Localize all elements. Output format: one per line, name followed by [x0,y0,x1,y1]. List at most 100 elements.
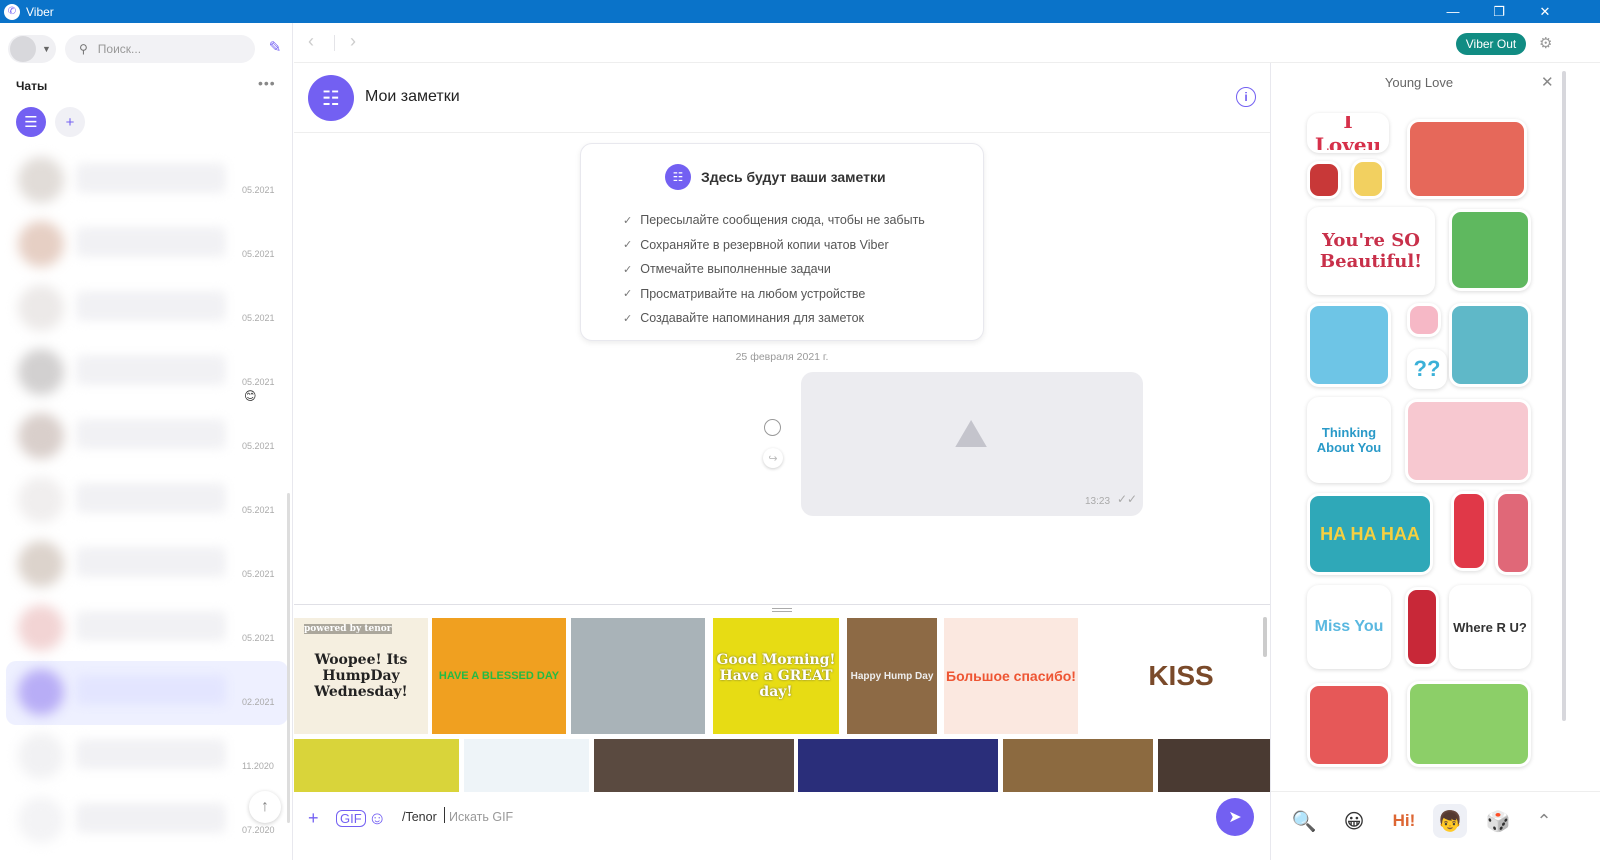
sticker[interactable]: Thinking About You [1307,397,1391,483]
compose-icon[interactable]: ✎ [265,38,285,58]
chat-preview [76,419,226,449]
gif-tile[interactable]: HAVE A BLESSED DAY [432,618,566,734]
sticker-tabs: 🔍 😀 Hi! 👦 🎲 ⌃ [1271,791,1600,855]
gif-caption: Большое спасибо! [946,668,1076,684]
sticker[interactable] [1351,159,1385,199]
sticker[interactable] [1449,209,1531,291]
sticker-icon[interactable]: ☺ [368,808,386,829]
list-item[interactable]: 05.2021 [6,469,288,533]
sticker[interactable]: HA HA HAA [1307,493,1433,575]
gif-caption: KISS [1148,660,1214,691]
list-item[interactable]: 05.2021 [6,277,288,341]
list-item[interactable]: 11.2020 [6,725,288,789]
gif-icon[interactable]: GIF [336,810,366,827]
games-tab-icon[interactable]: 🎲 [1481,804,1515,838]
list-item-active[interactable]: 02.2021 [6,661,288,725]
list-item[interactable]: 05.2021 😊 [6,341,288,405]
sticker[interactable] [1495,491,1531,575]
gear-icon[interactable]: ⚙ [1539,34,1552,52]
sidebar-scrollbar[interactable] [287,493,290,823]
gif-tile[interactable]: KISS [1114,618,1248,734]
list-item[interactable]: 05.2021 [6,405,288,469]
sticker-text: Miss You [1314,618,1384,635]
gif-tile[interactable] [798,739,998,792]
gif-tile[interactable] [294,739,459,792]
sticker[interactable] [1451,491,1487,571]
chat-date: 05.2021 [242,441,275,451]
notes-list-icon[interactable]: ☷ [308,75,354,121]
send-button[interactable]: ➤ [1216,798,1254,836]
chat-title[interactable]: Мои заметки [365,88,460,106]
gif-tile[interactable] [464,739,589,792]
gif-tile[interactable] [1003,739,1153,792]
search-input[interactable]: ⚲ Поиск... [65,35,255,63]
sticker[interactable] [1407,303,1441,337]
restore-button[interactable]: ❐ [1476,0,1522,23]
window-titlebar: ✆ Viber — ❐ ✕ [0,0,1600,23]
image-message[interactable]: ⛰ 13:23 ✓✓ [801,372,1143,516]
gif-scrollbar[interactable] [1263,617,1267,657]
emoji-tab-icon[interactable]: 😀 [1337,804,1371,838]
search-icon: ⚲ [79,42,88,56]
sticker[interactable]: Where R U? [1449,585,1531,669]
young-love-tab-icon[interactable]: 👦 [1433,804,1467,838]
plus-icon[interactable]: + [308,808,319,829]
profile-menu-button[interactable]: ▼ [8,35,56,63]
gif-tile[interactable]: Happy Hump Day [847,618,937,734]
select-message-radio[interactable] [764,419,781,436]
more-options-icon[interactable]: ••• [258,75,276,91]
chat-date: 02.2021 [242,697,275,707]
message-composer: + GIF ☺ /Tenor Искать GIF ➤ [294,792,1270,860]
gif-tile[interactable] [594,739,794,792]
sticker[interactable] [1307,161,1341,199]
gif-tile[interactable] [1158,739,1270,792]
search-icon[interactable]: 🔍 [1287,804,1321,838]
back-arrow-icon[interactable]: ‹ [308,31,314,52]
gif-tile[interactable]: Большое спасибо! [944,618,1078,734]
sticker[interactable] [1449,303,1531,387]
sticker[interactable] [1407,119,1527,199]
chat-preview [76,291,226,321]
sticker-panel: Young Love ✕ I Loveu You're SO Beautiful… [1270,63,1600,860]
minimize-button[interactable]: — [1430,0,1476,23]
chat-preview [76,547,226,577]
sticker[interactable] [1307,303,1391,387]
resize-handle[interactable] [772,608,792,612]
sticker[interactable]: I Loveu [1307,113,1389,153]
gif-caption: Happy Hump Day [850,670,934,682]
tenor-watermark: powered by tenor [304,624,392,634]
sticker[interactable] [1405,399,1531,483]
scroll-to-top-button[interactable]: ↑ [249,791,281,823]
add-folder-button[interactable]: + [55,107,85,137]
gif-search-input[interactable]: Искать GIF [449,810,513,824]
check-icon: ✓ [623,288,633,301]
close-icon[interactable]: ✕ [1541,73,1554,91]
info-icon[interactable]: i [1236,87,1256,107]
sticker-pack-title: Young Love [1384,75,1454,90]
sticker[interactable] [1405,587,1439,667]
check-icon: ✓ [623,239,633,252]
forward-arrow-icon[interactable]: › [350,31,356,52]
chevron-up-icon[interactable]: ⌃ [1527,804,1561,838]
list-item[interactable]: 05.2021 [6,533,288,597]
list-item[interactable]: 05.2021 [6,149,288,213]
sticker[interactable] [1307,683,1391,767]
gif-tile[interactable] [571,618,705,734]
gif-tile[interactable]: Good Morning! Have a GREAT day! [713,618,839,734]
sticker[interactable]: You're SO Beautiful! [1307,207,1435,295]
list-item[interactable]: 07.2020 [6,789,288,853]
sticker[interactable] [1407,681,1531,767]
list-item: ✓ Создавайте напоминания для заметок [623,306,925,331]
hi-sticker-tab-icon[interactable]: Hi! [1387,804,1421,838]
my-notes-folder-button[interactable]: ☰ [16,107,46,137]
viber-out-button[interactable]: Viber Out [1456,33,1526,55]
list-item[interactable]: 05.2021 [6,213,288,277]
sticker[interactable]: ?? [1407,349,1447,389]
gif-tile[interactable]: Woopee! Its HumpDay Wednesday! powered b… [294,618,428,734]
list-item[interactable]: 05.2021 [6,597,288,661]
sticker[interactable]: Miss You [1307,585,1391,669]
sticker-scrollbar[interactable] [1562,71,1566,721]
close-window-button[interactable]: ✕ [1522,0,1568,23]
forward-icon[interactable]: ↪ [763,448,783,468]
chats-heading: Чаты [16,79,48,93]
